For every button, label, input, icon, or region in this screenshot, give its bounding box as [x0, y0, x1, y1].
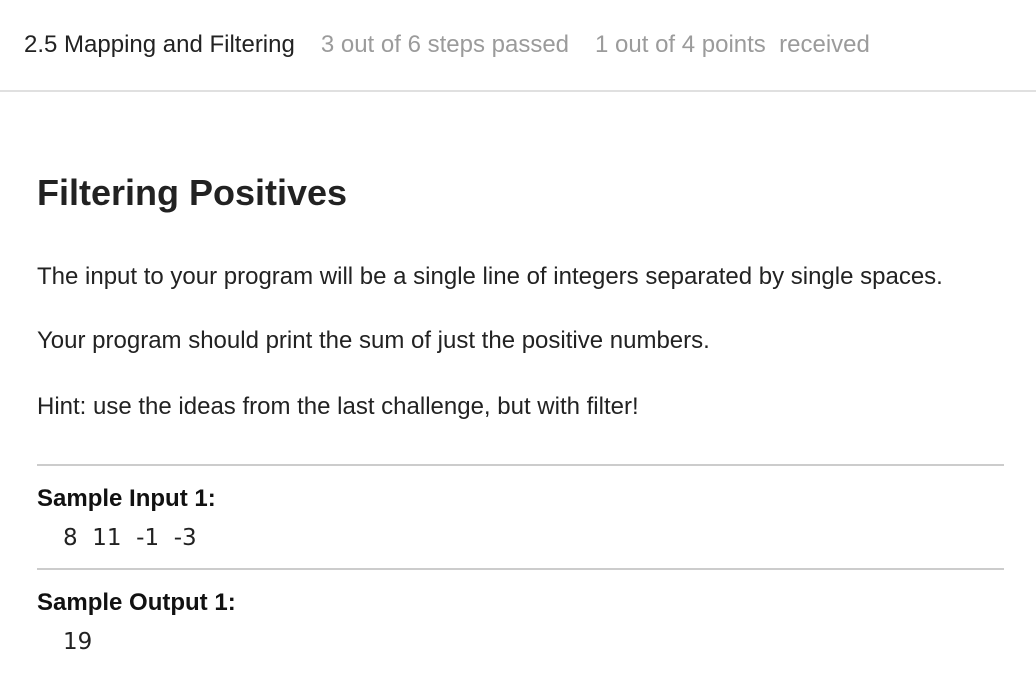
sample-input-label: Sample Input 1:	[37, 485, 216, 512]
problem-content: Filtering Positives The input to your pr…	[0, 172, 1036, 656]
sample-output-label: Sample Output 1:	[37, 589, 236, 616]
points-progress: 1 out of 4 points received	[595, 31, 870, 58]
divider	[37, 464, 1004, 466]
steps-progress: 3 out of 6 steps passed	[320, 31, 570, 58]
lesson-title[interactable]: 2.5 Mapping and Filtering	[24, 31, 295, 59]
problem-title: Filtering Positives	[37, 172, 348, 213]
lesson-header: 2.5 Mapping and Filtering 3 out of 6 ste…	[0, 0, 1036, 92]
sample-output-value: 19	[63, 629, 93, 655]
sample-input-value: 8 11 -1 -3	[63, 525, 197, 551]
divider	[37, 568, 1004, 570]
problem-hint: Hint: use the ideas from the last challe…	[37, 393, 639, 420]
problem-description: The input to your program will be a sing…	[37, 263, 943, 290]
problem-task: Your program should print the sum of jus…	[37, 327, 710, 354]
